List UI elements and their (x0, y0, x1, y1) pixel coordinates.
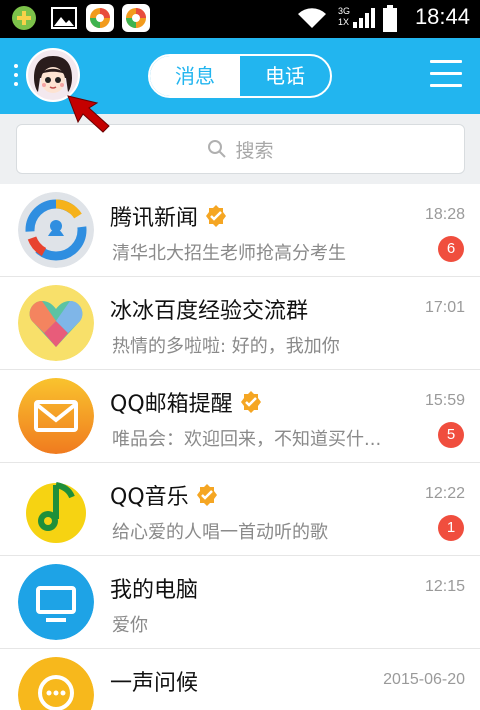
conversation-row[interactable]: 一声问候 2015-06-20 (0, 649, 480, 710)
conversation-name: 我的电脑 (110, 572, 198, 604)
conversation-name-text: QQ邮箱提醒 (110, 392, 233, 417)
battery-icon (382, 5, 398, 37)
qq-plus-icon (10, 4, 38, 32)
tab-switcher: 消息 电话 (148, 54, 332, 98)
conversation-time: 17:01 (424, 299, 465, 316)
conversation-list: 腾讯新闻 清华北大招生老师抢高分考生 18:28 6 冰冰百度经验交流群 热情的… (0, 184, 480, 710)
signal-icon (352, 6, 376, 34)
verified-icon (206, 205, 227, 227)
conversation-name: 冰冰百度经验交流群 (110, 293, 308, 325)
conversation-name-text: 腾讯新闻 (110, 206, 199, 231)
conversation-time: 18:28 (424, 206, 465, 223)
monitor-icon (18, 564, 94, 640)
chat-bubble-icon (18, 657, 94, 710)
app-store-icon (122, 4, 150, 32)
conversation-name: QQ邮箱提醒 (110, 386, 263, 418)
unread-badge: 6 (438, 236, 464, 262)
conversation-preview: 给心爱的人唱一首动听的歌 (112, 522, 328, 543)
search-icon (208, 140, 227, 158)
unread-badge: 1 (438, 515, 464, 541)
network-type: 3G 1X (338, 6, 350, 28)
conversation-preview: 清华北大招生老师抢高分考生 (112, 243, 346, 264)
conversation-preview: 热情的多啦啦: 好的，我加你 (112, 336, 340, 357)
conversation-name-text: 冰冰百度经验交流群 (110, 299, 309, 324)
conversation-row[interactable]: 我的电脑 爱你 12:15 (0, 556, 480, 649)
conversation-name-text: QQ音乐 (110, 485, 189, 510)
verified-icon (196, 484, 217, 506)
conversation-time: 12:15 (424, 578, 465, 595)
verified-icon (240, 391, 261, 413)
conversation-row[interactable]: QQ音乐 给心爱的人唱一首动听的歌 12:22 1 (0, 463, 480, 556)
status-bar: 3G 1X 18:44 (0, 0, 480, 38)
unread-badge: 5 (438, 422, 464, 448)
drawer-indicator-icon[interactable] (14, 64, 20, 88)
conversation-row[interactable]: 腾讯新闻 清华北大招生老师抢高分考生 18:28 6 (0, 184, 480, 277)
network-bottom-label: 1X (338, 17, 350, 27)
conversation-row[interactable]: QQ邮箱提醒 唯品会：欢迎回来，不知道买什... 15:59 5 (0, 370, 480, 463)
conversation-name: 腾讯新闻 (110, 200, 228, 232)
tab-phone[interactable]: 电话 (240, 56, 330, 96)
conversation-name-text: 我的电脑 (110, 578, 199, 603)
conversation-preview: 唯品会：欢迎回来，不知道买什... (112, 429, 382, 450)
conversation-name: QQ音乐 (110, 479, 219, 511)
conversation-name: 一声问候 (110, 665, 198, 697)
music-note-icon (18, 471, 94, 547)
conversation-time: 2015-06-20 (383, 671, 465, 688)
wifi-icon (296, 6, 328, 34)
conversation-time: 15:59 (424, 392, 465, 409)
conversation-time: 12:22 (424, 485, 465, 502)
gallery-icon (50, 4, 78, 32)
app-store-icon (86, 4, 114, 32)
group-heart-icon (18, 285, 94, 361)
tencent-news-icon (18, 192, 94, 268)
conversation-name-text: 一声问候 (110, 671, 199, 696)
mail-icon (18, 378, 94, 454)
clock: 18:44 (414, 4, 470, 29)
conversation-row[interactable]: 冰冰百度经验交流群 热情的多啦啦: 好的，我加你 17:01 (0, 277, 480, 370)
pointer-arrow-icon (67, 95, 110, 133)
search-placeholder: 搜索 (235, 139, 274, 162)
network-top-label: 3G (338, 6, 351, 16)
tab-messages[interactable]: 消息 (150, 56, 240, 96)
menu-icon[interactable] (430, 60, 462, 90)
conversation-preview: 爱你 (112, 615, 148, 636)
